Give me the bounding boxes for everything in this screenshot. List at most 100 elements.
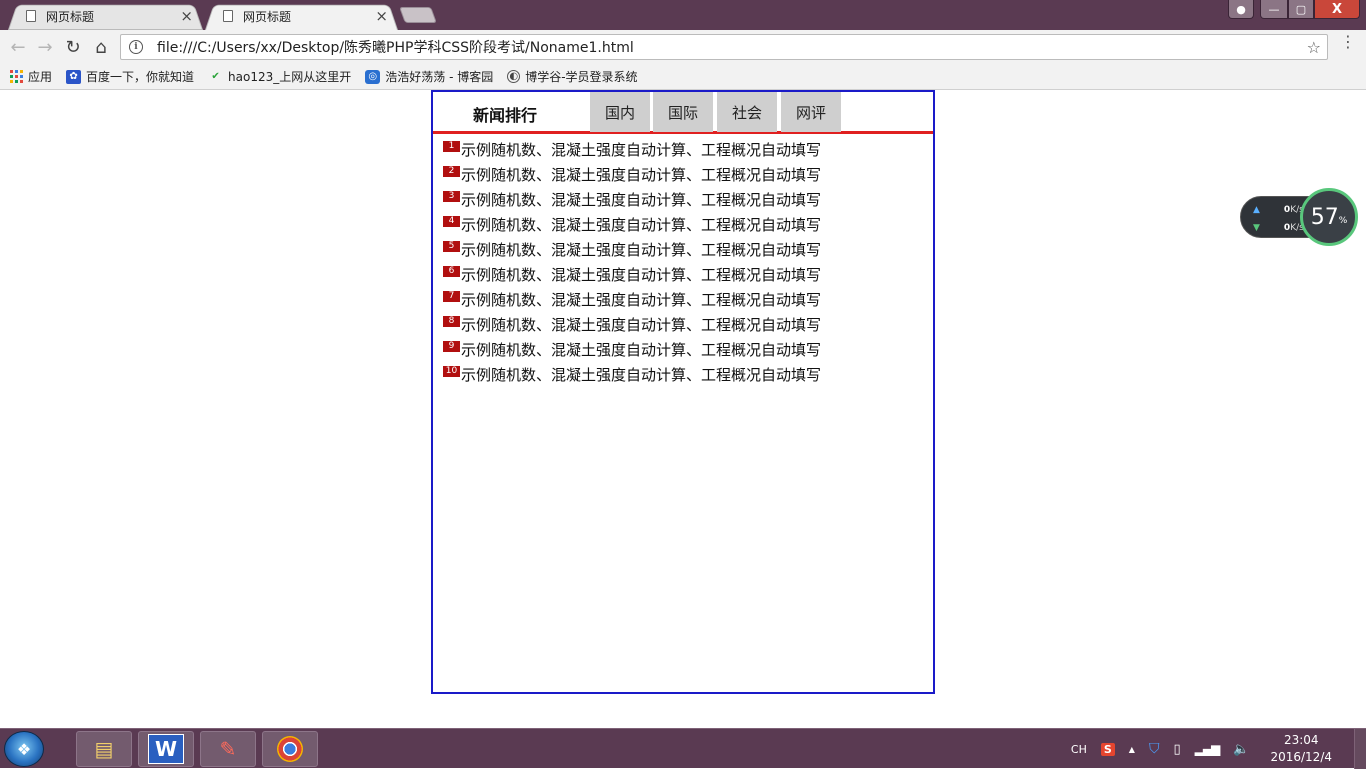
tab-label: 社会 [731, 103, 762, 122]
network-speed-widget[interactable]: ▲ 0 K/s ▼ 0 K/s 57% [1240, 188, 1358, 246]
list-item[interactable]: 6 示例随机数、混凝土强度自动计算、工程概况自动填写 [443, 262, 821, 287]
list-item[interactable]: 3 示例随机数、混凝土强度自动计算、工程概况自动填写 [443, 187, 821, 212]
news-ranking-box: 新闻排行 国内 国际 社会 网评 1 示例随机数、混凝土强度自动计算、工程概况自动… [431, 90, 935, 694]
taskbar: ❖ ▤ W ✎ ◉ CH S ▲ ⛉ ▯ ▂▄▆ 🔈 23:04 2016/12… [0, 728, 1366, 769]
rank-badge: 9 [443, 341, 460, 352]
taskbar-app-editor[interactable]: ✎ [200, 731, 256, 767]
taskbar-app-chrome[interactable]: ◉ [262, 731, 318, 767]
download-arrow-icon: ▼ [1253, 223, 1260, 233]
bookmark-label: 浩浩好荡荡 - 博客园 [385, 70, 494, 84]
system-tray: CH S ▲ ⛉ ▯ ▂▄▆ 🔈 23:04 2016/12/4 [1064, 729, 1366, 769]
news-link[interactable]: 示例随机数、混凝土强度自动计算、工程概况自动填写 [461, 164, 821, 185]
list-item[interactable]: 5 示例随机数、混凝土强度自动计算、工程概况自动填写 [443, 237, 821, 262]
bookmark-label: 应用 [28, 70, 53, 84]
usage-percent: 57 [1310, 204, 1339, 230]
bookmark-star-icon[interactable]: ☆ [1307, 38, 1321, 57]
news-link[interactable]: 示例随机数、混凝土强度自动计算、工程概况自动填写 [461, 314, 821, 335]
cnblogs-icon: ◎ [365, 69, 381, 84]
boxuegu-icon: ◐ [507, 70, 521, 83]
start-button[interactable]: ❖ [4, 731, 44, 767]
list-item[interactable]: 4 示例随机数、混凝土强度自动计算、工程概况自动填写 [443, 212, 821, 237]
volume-icon[interactable]: 🔈 [1233, 742, 1249, 757]
browser-tab-1[interactable]: 网页标题 × [8, 2, 203, 30]
rank-badge: 8 [443, 316, 460, 327]
browser-titlebar: 网页标题 × 网页标题 × ● — ▢ X [0, 0, 1366, 30]
tab-domestic[interactable]: 国内 [590, 92, 650, 132]
address-bar[interactable]: i file:///C:/Users/xx/Desktop/陈秀曦PHP学科CS… [120, 34, 1328, 60]
tab-international[interactable]: 国际 [653, 92, 713, 132]
memory-usage-gauge[interactable]: 57% [1300, 188, 1358, 246]
url-text[interactable]: file:///C:/Users/xx/Desktop/陈秀曦PHP学科CSS阶… [157, 37, 1307, 57]
clock-time: 23:04 [1283, 733, 1319, 747]
network-status-icon[interactable]: ▯ [1173, 742, 1180, 757]
wps-writer-icon: W [147, 734, 185, 764]
signal-bars-icon[interactable]: ▂▄▆ [1195, 742, 1221, 756]
folder-icon: ▤ [94, 737, 114, 761]
arrow-left-icon: ← [10, 36, 26, 58]
bookmark-label: 博学谷-学员登录系统 [525, 70, 638, 84]
home-icon: ⌂ [95, 36, 107, 58]
forward-button[interactable]: → [35, 37, 55, 58]
page-viewport: 新闻排行 国内 国际 社会 网评 1 示例随机数、混凝土强度自动计算、工程概况自动… [0, 90, 1366, 728]
tab-title: 网页标题 [46, 9, 95, 24]
news-link[interactable]: 示例随机数、混凝土强度自动计算、工程概况自动填写 [461, 339, 821, 360]
browser-tab-2-active[interactable]: 网页标题 × [205, 2, 398, 30]
rank-badge: 3 [443, 191, 460, 202]
list-item[interactable]: 1 示例随机数、混凝土强度自动计算、工程概况自动填写 [443, 137, 821, 162]
news-link[interactable]: 示例随机数、混凝土强度自动计算、工程概况自动填写 [461, 264, 821, 285]
bookmark-label: hao123_上网从这里开 [228, 70, 352, 84]
tab-society[interactable]: 社会 [717, 92, 777, 132]
sogou-ime-icon[interactable]: S [1100, 742, 1115, 756]
system-clock[interactable]: 23:04 2016/12/4 [1270, 732, 1332, 766]
news-title: 新闻排行 [473, 106, 538, 125]
security-shield-icon[interactable]: ⛉ [1149, 741, 1160, 757]
windows-logo-icon: ❖ [16, 739, 32, 759]
browser-menu-button[interactable]: ⋮ [1340, 34, 1356, 50]
show-hidden-icons-arrow[interactable]: ▲ [1129, 745, 1135, 754]
info-icon[interactable]: i [129, 40, 143, 54]
maximize-button[interactable]: ▢ [1288, 0, 1314, 19]
reload-icon: ↻ [65, 36, 81, 58]
bookmark-hao123[interactable]: ✔ hao123_上网从这里开 [208, 68, 351, 85]
reload-button[interactable]: ↻ [63, 36, 83, 58]
news-link[interactable]: 示例随机数、混凝土强度自动计算、工程概况自动填写 [461, 364, 821, 385]
user-profile-button[interactable]: ● [1228, 0, 1254, 19]
news-link[interactable]: 示例随机数、混凝土强度自动计算、工程概况自动填写 [461, 239, 821, 260]
taskbar-app-wps-writer[interactable]: W [138, 731, 194, 767]
rank-badge: 4 [443, 216, 460, 227]
back-button[interactable]: ← [8, 36, 28, 58]
home-button[interactable]: ⌂ [91, 36, 111, 58]
baidu-paw-icon: ✿ [66, 69, 82, 84]
maximize-icon: ▢ [1295, 2, 1307, 16]
tab-title: 网页标题 [243, 9, 292, 24]
news-link[interactable]: 示例随机数、混凝土强度自动计算、工程概况自动填写 [461, 214, 821, 235]
tab-commentary[interactable]: 网评 [781, 92, 841, 132]
list-item[interactable]: 7 示例随机数、混凝土强度自动计算、工程概况自动填写 [443, 287, 821, 312]
usage-percent-unit: % [1338, 216, 1348, 226]
window-controls: ● — ▢ X [1228, 0, 1360, 19]
bookmark-baidu[interactable]: ✿ 百度一下，你就知道 [66, 68, 194, 85]
tab-close-icon[interactable]: × [375, 7, 388, 25]
tab-close-icon[interactable]: × [180, 7, 193, 25]
menu-dots-icon: ⋮ [1340, 32, 1356, 51]
bookmark-cnblogs[interactable]: ◎ 浩浩好荡荡 - 博客园 [365, 68, 493, 85]
bookmark-apps[interactable]: 应用 [10, 68, 52, 85]
list-item[interactable]: 2 示例随机数、混凝土强度自动计算、工程概况自动填写 [443, 162, 821, 187]
show-desktop-button[interactable] [1354, 729, 1366, 769]
taskbar-app-file-explorer[interactable]: ▤ [76, 731, 132, 767]
news-link[interactable]: 示例随机数、混凝土强度自动计算、工程概况自动填写 [461, 139, 821, 160]
bookmark-boxuegu[interactable]: ◐ 博学谷-学员登录系统 [507, 68, 638, 85]
list-item[interactable]: 9 示例随机数、混凝土强度自动计算、工程概况自动填写 [443, 337, 821, 362]
minimize-button[interactable]: — [1260, 0, 1288, 19]
news-link[interactable]: 示例随机数、混凝土强度自动计算、工程概况自动填写 [461, 189, 821, 210]
news-link[interactable]: 示例随机数、混凝土强度自动计算、工程概况自动填写 [461, 289, 821, 310]
ime-indicator[interactable]: CH [1071, 743, 1087, 756]
list-item[interactable]: 10 示例随机数、混凝土强度自动计算、工程概况自动填写 [443, 362, 821, 387]
list-item[interactable]: 8 示例随机数、混凝土强度自动计算、工程概况自动填写 [443, 312, 821, 337]
new-tab-button[interactable] [399, 7, 437, 23]
page-icon [26, 10, 36, 22]
news-list: 1 示例随机数、混凝土强度自动计算、工程概况自动填写 2 示例随机数、混凝土强度自动… [443, 137, 821, 387]
close-window-button[interactable]: X [1314, 0, 1360, 19]
bookmarks-bar: 应用 ✿ 百度一下，你就知道 ✔ hao123_上网从这里开 ◎ 浩浩好荡荡 -… [0, 64, 1366, 90]
page-icon [223, 10, 233, 22]
